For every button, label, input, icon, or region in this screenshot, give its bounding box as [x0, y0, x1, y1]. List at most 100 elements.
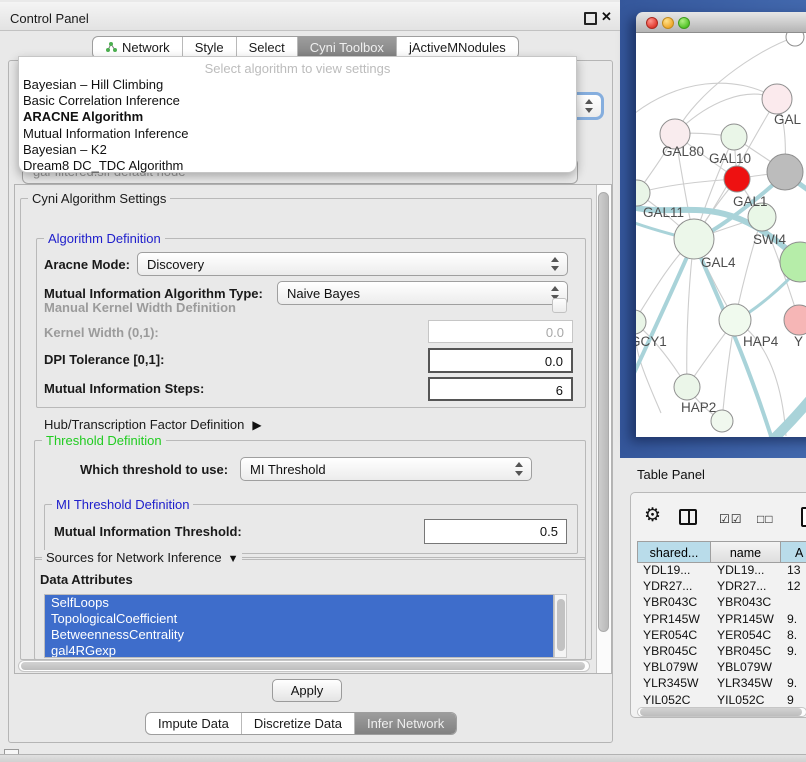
table-cell[interactable]: YIL052C — [711, 693, 781, 706]
network-node[interactable] — [719, 304, 751, 336]
table-cell[interactable]: YER054C — [637, 628, 711, 644]
network-node[interactable] — [636, 310, 646, 334]
network-window-titlebar[interactable] — [636, 12, 806, 33]
hub-definition-toggle[interactable]: Hub/Transcription Factor Definition▶ — [44, 417, 262, 432]
apply-button[interactable]: Apply — [272, 679, 342, 702]
table-cell[interactable]: YLR345W — [711, 676, 781, 692]
column-header-shared[interactable]: shared... — [637, 541, 711, 563]
window-close-button[interactable] — [646, 17, 658, 29]
table-horizontal-scrollbar[interactable] — [637, 707, 806, 717]
table-cell[interactable]: 9. — [781, 612, 806, 628]
tab-discretize-data[interactable]: Discretize Data — [241, 713, 354, 734]
table-cell[interactable]: 9 — [781, 693, 806, 706]
table-cell[interactable]: YBR043C — [711, 595, 781, 611]
table-row[interactable]: YDL19...YDL19...13 — [637, 563, 806, 579]
unchecked-boxes-icon[interactable]: □□ — [757, 512, 774, 526]
checked-boxes-icon[interactable]: ☑☑ — [719, 512, 743, 526]
table-cell[interactable]: YPR145W — [711, 612, 781, 628]
float-panel-icon[interactable] — [584, 12, 597, 25]
table-cell[interactable]: YDL19... — [637, 563, 711, 579]
table-row[interactable]: YDR27...YDR27...12 — [637, 579, 806, 595]
algorithm-option[interactable]: Bayesian – Hill Climbing — [19, 77, 576, 93]
split-columns-icon[interactable] — [679, 509, 697, 525]
threshold-definition-legend: Threshold Definition — [42, 433, 166, 448]
table-row[interactable]: YER054CYER054C8. — [637, 628, 806, 644]
table-cell[interactable]: YBL079W — [637, 660, 711, 676]
node-label: HAP2 — [681, 400, 716, 415]
mi-steps-field[interactable]: 6 — [428, 377, 573, 401]
table-cell[interactable]: 8. — [781, 628, 806, 644]
table-cell[interactable] — [781, 595, 806, 611]
table-row[interactable]: YBR045CYBR045C9. — [637, 644, 806, 660]
settings-scrollbar-thumb[interactable] — [598, 192, 609, 632]
network-node[interactable] — [784, 305, 806, 335]
network-node[interactable] — [721, 124, 747, 150]
mi-type-combo[interactable]: Naive Bayes — [277, 281, 568, 305]
tab-infer-network[interactable]: Infer Network — [354, 713, 456, 734]
network-node[interactable] — [724, 166, 750, 192]
window-zoom-button[interactable] — [678, 17, 690, 29]
tab-style[interactable]: Style — [182, 37, 236, 58]
manual-kernel-checkbox[interactable] — [552, 298, 567, 313]
which-threshold-combo[interactable]: MI Threshold — [240, 457, 532, 481]
aracne-mode-combo[interactable]: Discovery — [137, 252, 568, 276]
document-icon[interactable] — [801, 507, 806, 527]
list-scrollbar[interactable] — [554, 594, 567, 658]
table-cell[interactable]: 13 — [781, 563, 806, 579]
list-item[interactable]: gal4RGexp — [45, 643, 553, 658]
table-cell[interactable]: YBL079W — [711, 660, 781, 676]
sources-legend[interactable]: Sources for Network Inference▼ — [42, 550, 242, 565]
gear-icon[interactable]: ⚙ — [644, 506, 661, 525]
tab-impute-data[interactable]: Impute Data — [146, 713, 241, 734]
algorithm-option[interactable]: Mutual Information Inference — [19, 126, 576, 142]
list-item[interactable]: BetweennessCentrality — [45, 627, 553, 643]
network-node[interactable] — [767, 154, 803, 190]
window-minimize-button[interactable] — [662, 17, 674, 29]
algorithm-option[interactable]: Dream8 DC_TDC Algorithm — [19, 158, 576, 174]
table-cell[interactable]: YLR345W — [637, 676, 711, 692]
close-panel-icon[interactable]: ✕ — [601, 9, 612, 25]
network-node[interactable] — [786, 33, 804, 46]
data-attributes-list[interactable]: SelfLoops TopologicalCoefficient Between… — [44, 594, 554, 658]
network-node[interactable] — [636, 180, 650, 206]
tab-jactivemnodules[interactable]: jActiveMNodules — [396, 37, 518, 58]
network-edge — [637, 179, 737, 193]
table-cell[interactable]: 9. — [781, 644, 806, 660]
algorithm-option-highlighted[interactable]: ARACNE Algorithm — [19, 109, 576, 125]
table-cell[interactable]: YDL19... — [711, 563, 781, 579]
dpi-tolerance-field[interactable]: 0.0 — [428, 348, 573, 373]
tab-cyni-toolbox[interactable]: Cyni Toolbox — [297, 37, 396, 58]
table-cell[interactable]: YPR145W — [637, 612, 711, 628]
table-cell[interactable]: 12 — [781, 579, 806, 595]
table-row[interactable]: YBL079WYBL079W — [637, 660, 806, 676]
network-node[interactable] — [674, 374, 700, 400]
tab-network[interactable]: Network — [93, 37, 182, 58]
column-header-partial[interactable]: A — [781, 541, 806, 563]
table-row[interactable]: YBR043CYBR043C — [637, 595, 806, 611]
settings-horizontal-scrollbar[interactable] — [18, 660, 590, 672]
table-row[interactable]: YIL052CYIL052C9 — [637, 693, 806, 706]
network-canvas[interactable]: GALGAL80GAL10GAL1GAL11SWI4GAL4GCY1HAP4YH… — [636, 33, 806, 437]
table-cell[interactable]: YER054C — [711, 628, 781, 644]
column-header-name[interactable]: name — [711, 541, 781, 563]
table-cell[interactable] — [781, 660, 806, 676]
algorithm-option[interactable]: Bayesian – K2 — [19, 142, 576, 158]
table-row[interactable]: YPR145WYPR145W9. — [637, 612, 806, 628]
tab-select[interactable]: Select — [236, 37, 297, 58]
table-cell[interactable]: YBR043C — [637, 595, 711, 611]
table-cell[interactable]: 9. — [781, 676, 806, 692]
network-node[interactable] — [674, 219, 714, 259]
kernel-width-field[interactable]: 0.0 — [428, 320, 573, 343]
data-attributes-label: Data Attributes — [40, 572, 133, 587]
list-item[interactable]: TopologicalCoefficient — [45, 611, 553, 627]
algorithm-option[interactable]: Basic Correlation Inference — [19, 93, 576, 109]
table-cell[interactable]: YBR045C — [711, 644, 781, 660]
network-node[interactable] — [762, 84, 792, 114]
mi-threshold-field[interactable]: 0.5 — [424, 519, 567, 544]
table-cell[interactable]: YDR27... — [637, 579, 711, 595]
table-cell[interactable]: YIL052C — [637, 693, 711, 706]
table-cell[interactable]: YDR27... — [711, 579, 781, 595]
list-item[interactable]: SelfLoops — [45, 595, 553, 611]
table-row[interactable]: YLR345WYLR345W9. — [637, 676, 806, 692]
table-cell[interactable]: YBR045C — [637, 644, 711, 660]
